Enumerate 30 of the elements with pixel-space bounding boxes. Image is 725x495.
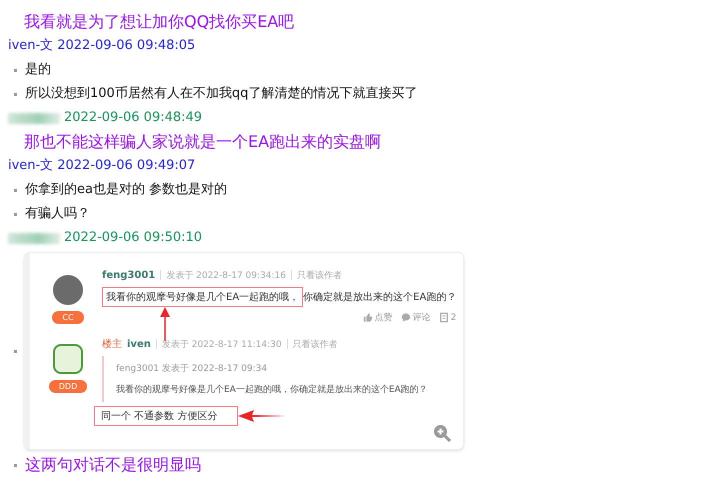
post-text: 你确定就是放出来的这个EA跑的？ (303, 290, 456, 304)
post-time: 发表于 2022-8-17 09:34:16 (166, 270, 286, 282)
author-only-link[interactable]: 只看该作者 (292, 338, 338, 350)
message-text: 那也不能这样骗人家说就是一个EA跑出来的实盘啊 (23, 131, 382, 153)
op-label: 楼主 (102, 338, 122, 351)
comment-action[interactable]: 评论 (400, 311, 431, 324)
author-only-link[interactable]: 只看该作者 (296, 268, 342, 282)
message-text: 所以没想到100币居然有人在不加我qq了解清楚的情况下就直接买了 (24, 85, 418, 103)
level-badge: DDD (48, 380, 88, 393)
author-name[interactable]: feng3001 (102, 270, 156, 280)
post-time: 发表于 2022-8-17 11:14:30 (162, 338, 282, 350)
message-text: 是的 (24, 61, 51, 79)
author-name[interactable]: iven (127, 338, 151, 350)
message-text: 这两句对话不是很明显吗 (24, 454, 201, 476)
message-text: 我看就是为了想让加你QQ找你买EA吧 (23, 11, 296, 33)
highlighted-text: 同一个 不通参数 方便区分 (94, 406, 238, 426)
message-time: 2022-09-06 09:50:10 (64, 229, 202, 247)
quote-text: 我看你的观摩号好像是几个EA一起跑的哦，你确定就是放出来的这个EA跑的？ (116, 384, 429, 396)
message-time: 2022-09-06 09:48:49 (64, 109, 202, 127)
count-action[interactable]: 2 (438, 311, 456, 324)
message-time: 2022-09-06 09:49:07 (57, 157, 196, 175)
message-text: 有骗人吗？ (24, 205, 90, 223)
like-action[interactable]: 点赞 (362, 311, 393, 324)
sender-name: iven-文 (8, 37, 54, 55)
message-time: 2022-09-06 09:48:05 (57, 37, 196, 55)
quote-header: feng3001 发表于 2022-8-17 09:34 (116, 362, 268, 375)
highlighted-text: 我看你的观摩号好像是几个EA一起跑的哦， (102, 287, 304, 307)
level-badge: CC (52, 311, 84, 324)
message-text: 你拿到的ea也是对的 参数也是对的 (24, 181, 228, 199)
sender-name: iven-文 (8, 157, 54, 175)
